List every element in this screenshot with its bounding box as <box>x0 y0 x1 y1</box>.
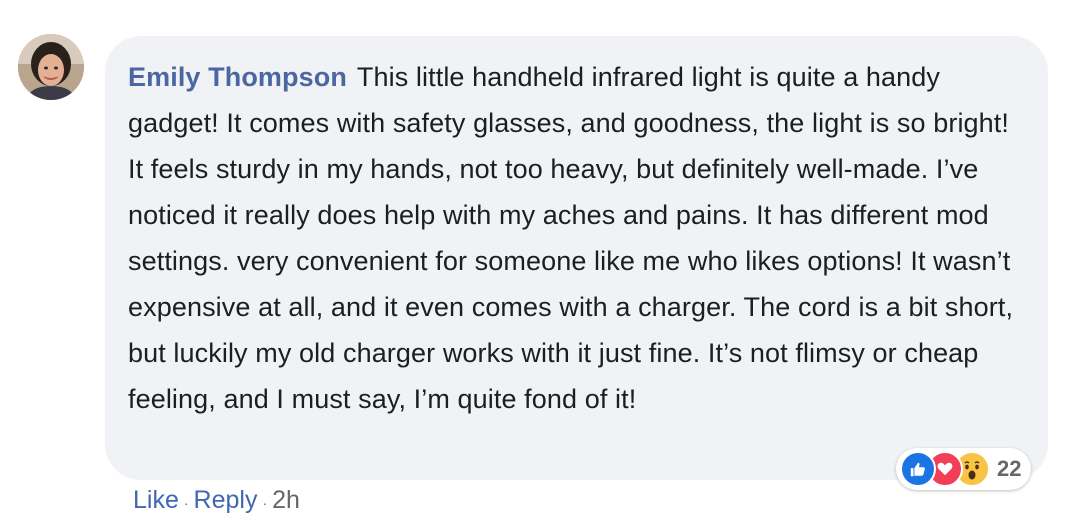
comment-actions: Like · Reply · 2h <box>133 486 300 515</box>
reply-button[interactable]: Reply <box>194 486 258 515</box>
avatar[interactable] <box>18 34 84 100</box>
timestamp[interactable]: 2h <box>272 486 300 515</box>
comment-text: This little handheld infrared light is q… <box>128 62 1014 414</box>
like-icon <box>900 451 936 487</box>
reactions-summary[interactable]: 22 <box>896 448 1032 490</box>
like-button[interactable]: Like <box>133 486 179 515</box>
comment: Emily Thompson This little handheld infra… <box>0 0 1074 526</box>
profile-photo <box>18 34 84 100</box>
comment-bubble: Emily Thompson This little handheld infra… <box>105 36 1048 480</box>
author-name[interactable]: Emily Thompson <box>128 62 347 92</box>
reaction-count: 22 <box>997 456 1022 481</box>
separator-dot: · <box>183 495 189 511</box>
comment-body: Emily Thompson This little handheld infra… <box>128 54 1026 422</box>
separator-dot: · <box>262 495 268 511</box>
